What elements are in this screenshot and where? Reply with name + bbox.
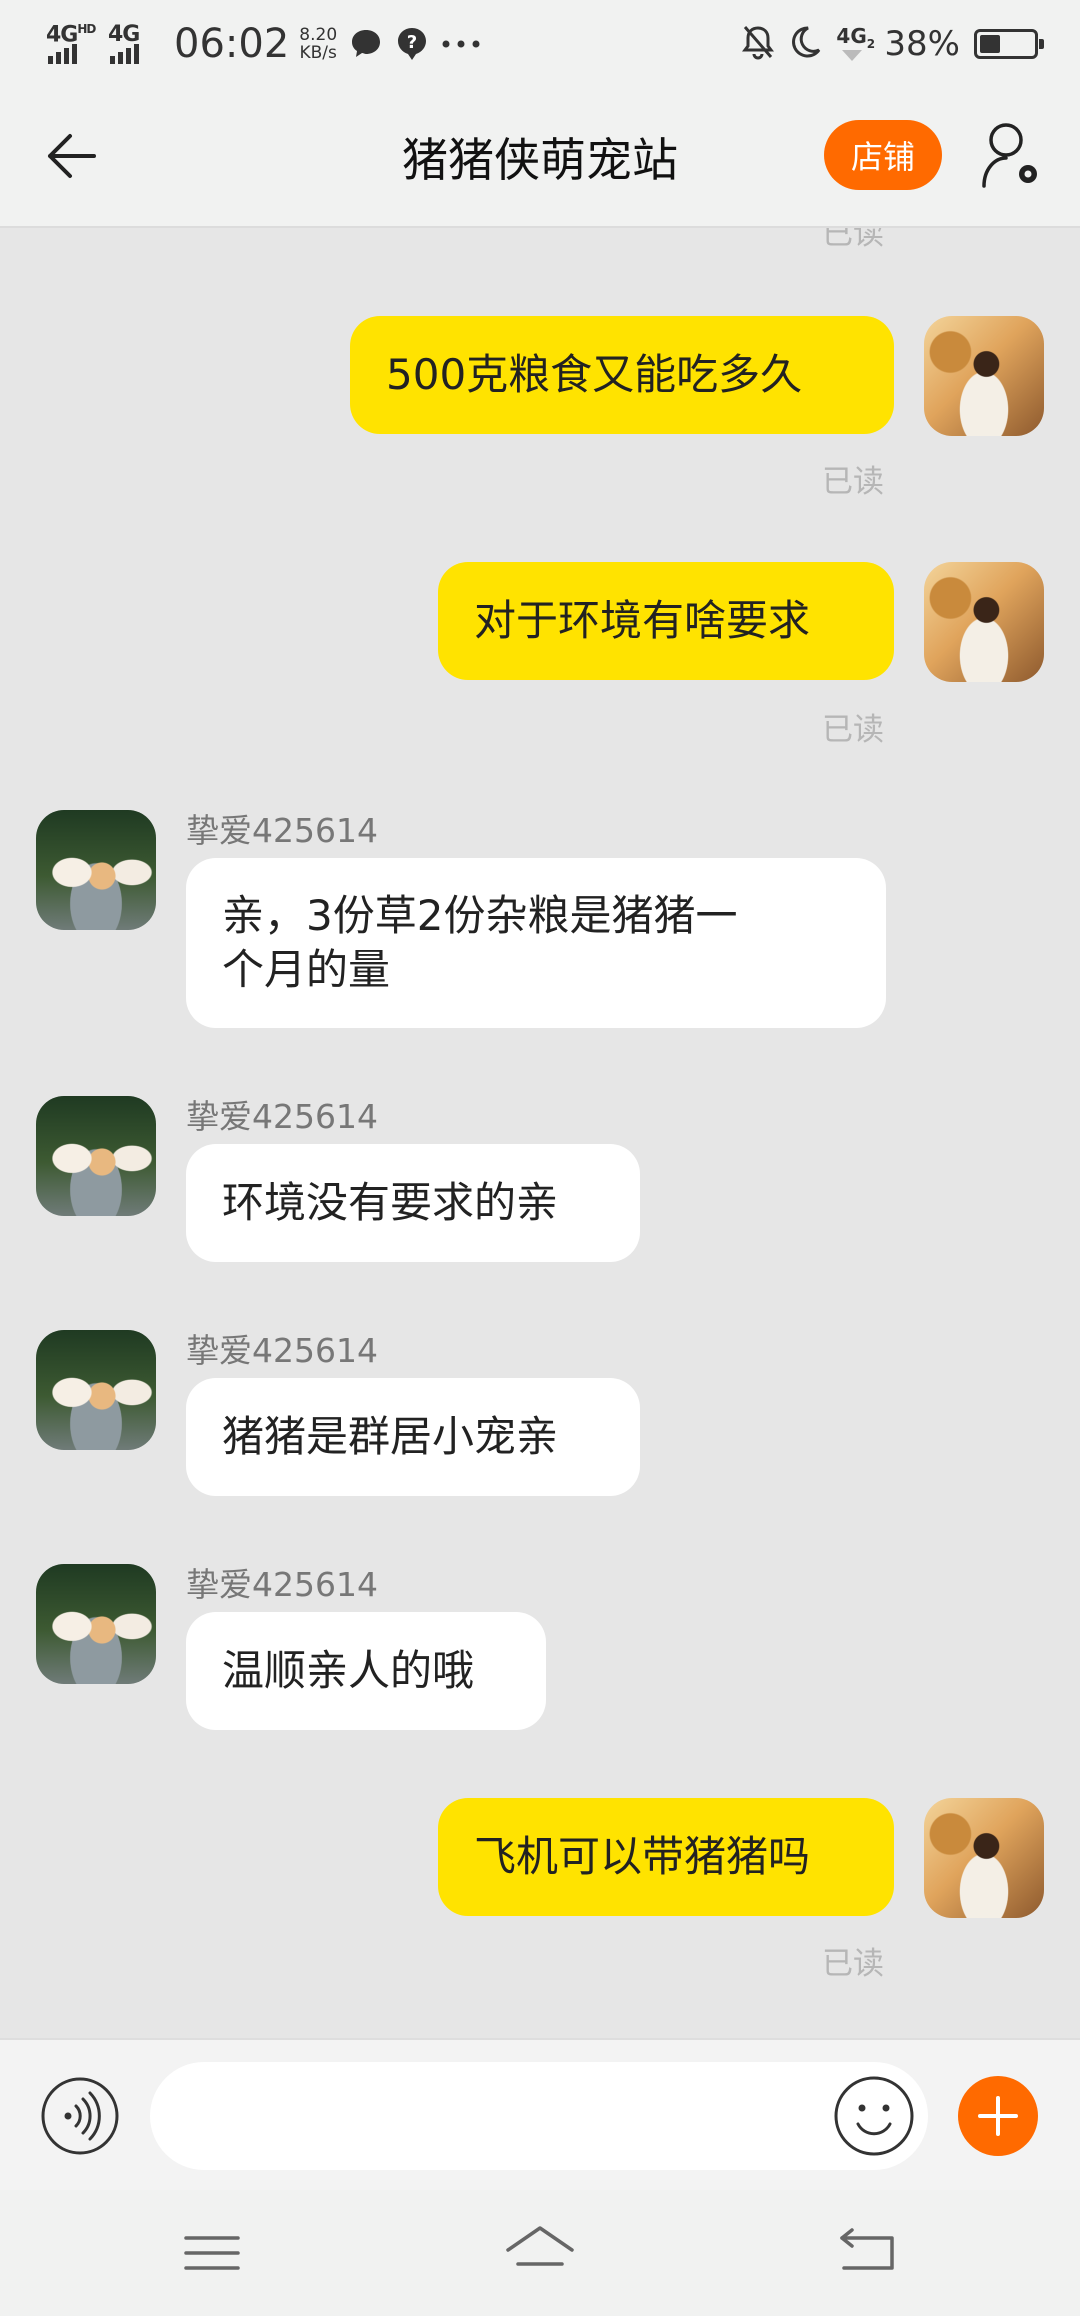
chat-messages[interactable]: 已读 500克粮食又能吃多久 已读 对于环境有啥要求 已读 挚爱425614 亲… (0, 228, 1080, 2038)
voice-input-icon[interactable] (40, 2076, 120, 2156)
message-bubble-received[interactable]: 猪猪是群居小宠亲 (186, 1378, 640, 1496)
moon-icon (788, 25, 822, 63)
bell-off-icon (742, 24, 775, 64)
message-input-bar (0, 2038, 1080, 2190)
chat-bubble-icon (349, 27, 383, 61)
seller-avatar[interactable] (36, 1096, 156, 1216)
menu-icon[interactable] (172, 2218, 252, 2288)
network-speed: 8.20 KB/s (299, 25, 338, 63)
battery-level-fill (980, 35, 1000, 53)
system-nav-bar (0, 2190, 1080, 2316)
back-icon[interactable] (828, 2218, 908, 2288)
seller-avatar[interactable] (36, 810, 156, 930)
seller-avatar[interactable] (36, 1330, 156, 1450)
sender-name: 挚爱425614 (186, 811, 378, 850)
message-bubble-received[interactable]: 温顺亲人的哦 (186, 1612, 546, 1730)
status-left: 4GHD 4G 06:02 8.20 KB/s ? (46, 14, 481, 74)
add-more-button[interactable] (958, 2076, 1038, 2156)
message-bubble-received[interactable]: 环境没有要求的亲 (186, 1144, 640, 1262)
emoji-icon[interactable] (832, 2074, 916, 2158)
message-bubble-sent[interactable]: 500克粮食又能吃多久 (350, 316, 894, 434)
read-receipt: 已读 (822, 228, 884, 252)
sender-name: 挚爱425614 (186, 1097, 378, 1136)
status-bar: 4GHD 4G 06:02 8.20 KB/s ? 4G2 38% (0, 0, 1080, 86)
my-avatar[interactable] (924, 1798, 1044, 1918)
signal-sim2-icon: 4G (108, 20, 162, 68)
status-right: 4G2 38% (742, 14, 1044, 74)
my-avatar[interactable] (924, 562, 1044, 682)
battery-icon (974, 29, 1044, 59)
svg-text:?: ? (407, 32, 417, 53)
signal-sim1-icon: 4GHD (46, 20, 100, 68)
user-settings-icon[interactable] (980, 120, 1044, 192)
message-bubble-received[interactable]: 亲，3份草2份杂粮是猪猪一 个月的量 (186, 858, 886, 1028)
home-icon[interactable] (500, 2218, 580, 2288)
sender-name: 挚爱425614 (186, 1565, 378, 1604)
more-dots-icon (441, 39, 481, 49)
read-receipt: 已读 (822, 1946, 884, 1982)
plus-icon (978, 2096, 1018, 2136)
my-avatar[interactable] (924, 316, 1044, 436)
message-bubble-sent[interactable]: 对于环境有啥要求 (438, 562, 894, 680)
seller-avatar[interactable] (36, 1564, 156, 1684)
clock: 06:02 (174, 21, 290, 67)
message-text: 亲，3份草2份杂粮是猪猪一 个月的量 (222, 891, 738, 994)
read-receipt: 已读 (822, 712, 884, 748)
chat-header: 猪猪侠萌宠站 店铺 (0, 86, 1080, 228)
shop-button[interactable]: 店铺 (824, 120, 942, 190)
message-bubble-sent[interactable]: 飞机可以带猪猪吗 (438, 1798, 894, 1916)
message-input[interactable] (150, 2062, 928, 2170)
sender-name: 挚爱425614 (186, 1331, 378, 1370)
help-icon: ? (395, 26, 429, 62)
signal-4g-sim2-icon: 4G2 (836, 24, 875, 64)
battery-percent: 38% (884, 24, 960, 64)
read-receipt: 已读 (822, 464, 884, 500)
